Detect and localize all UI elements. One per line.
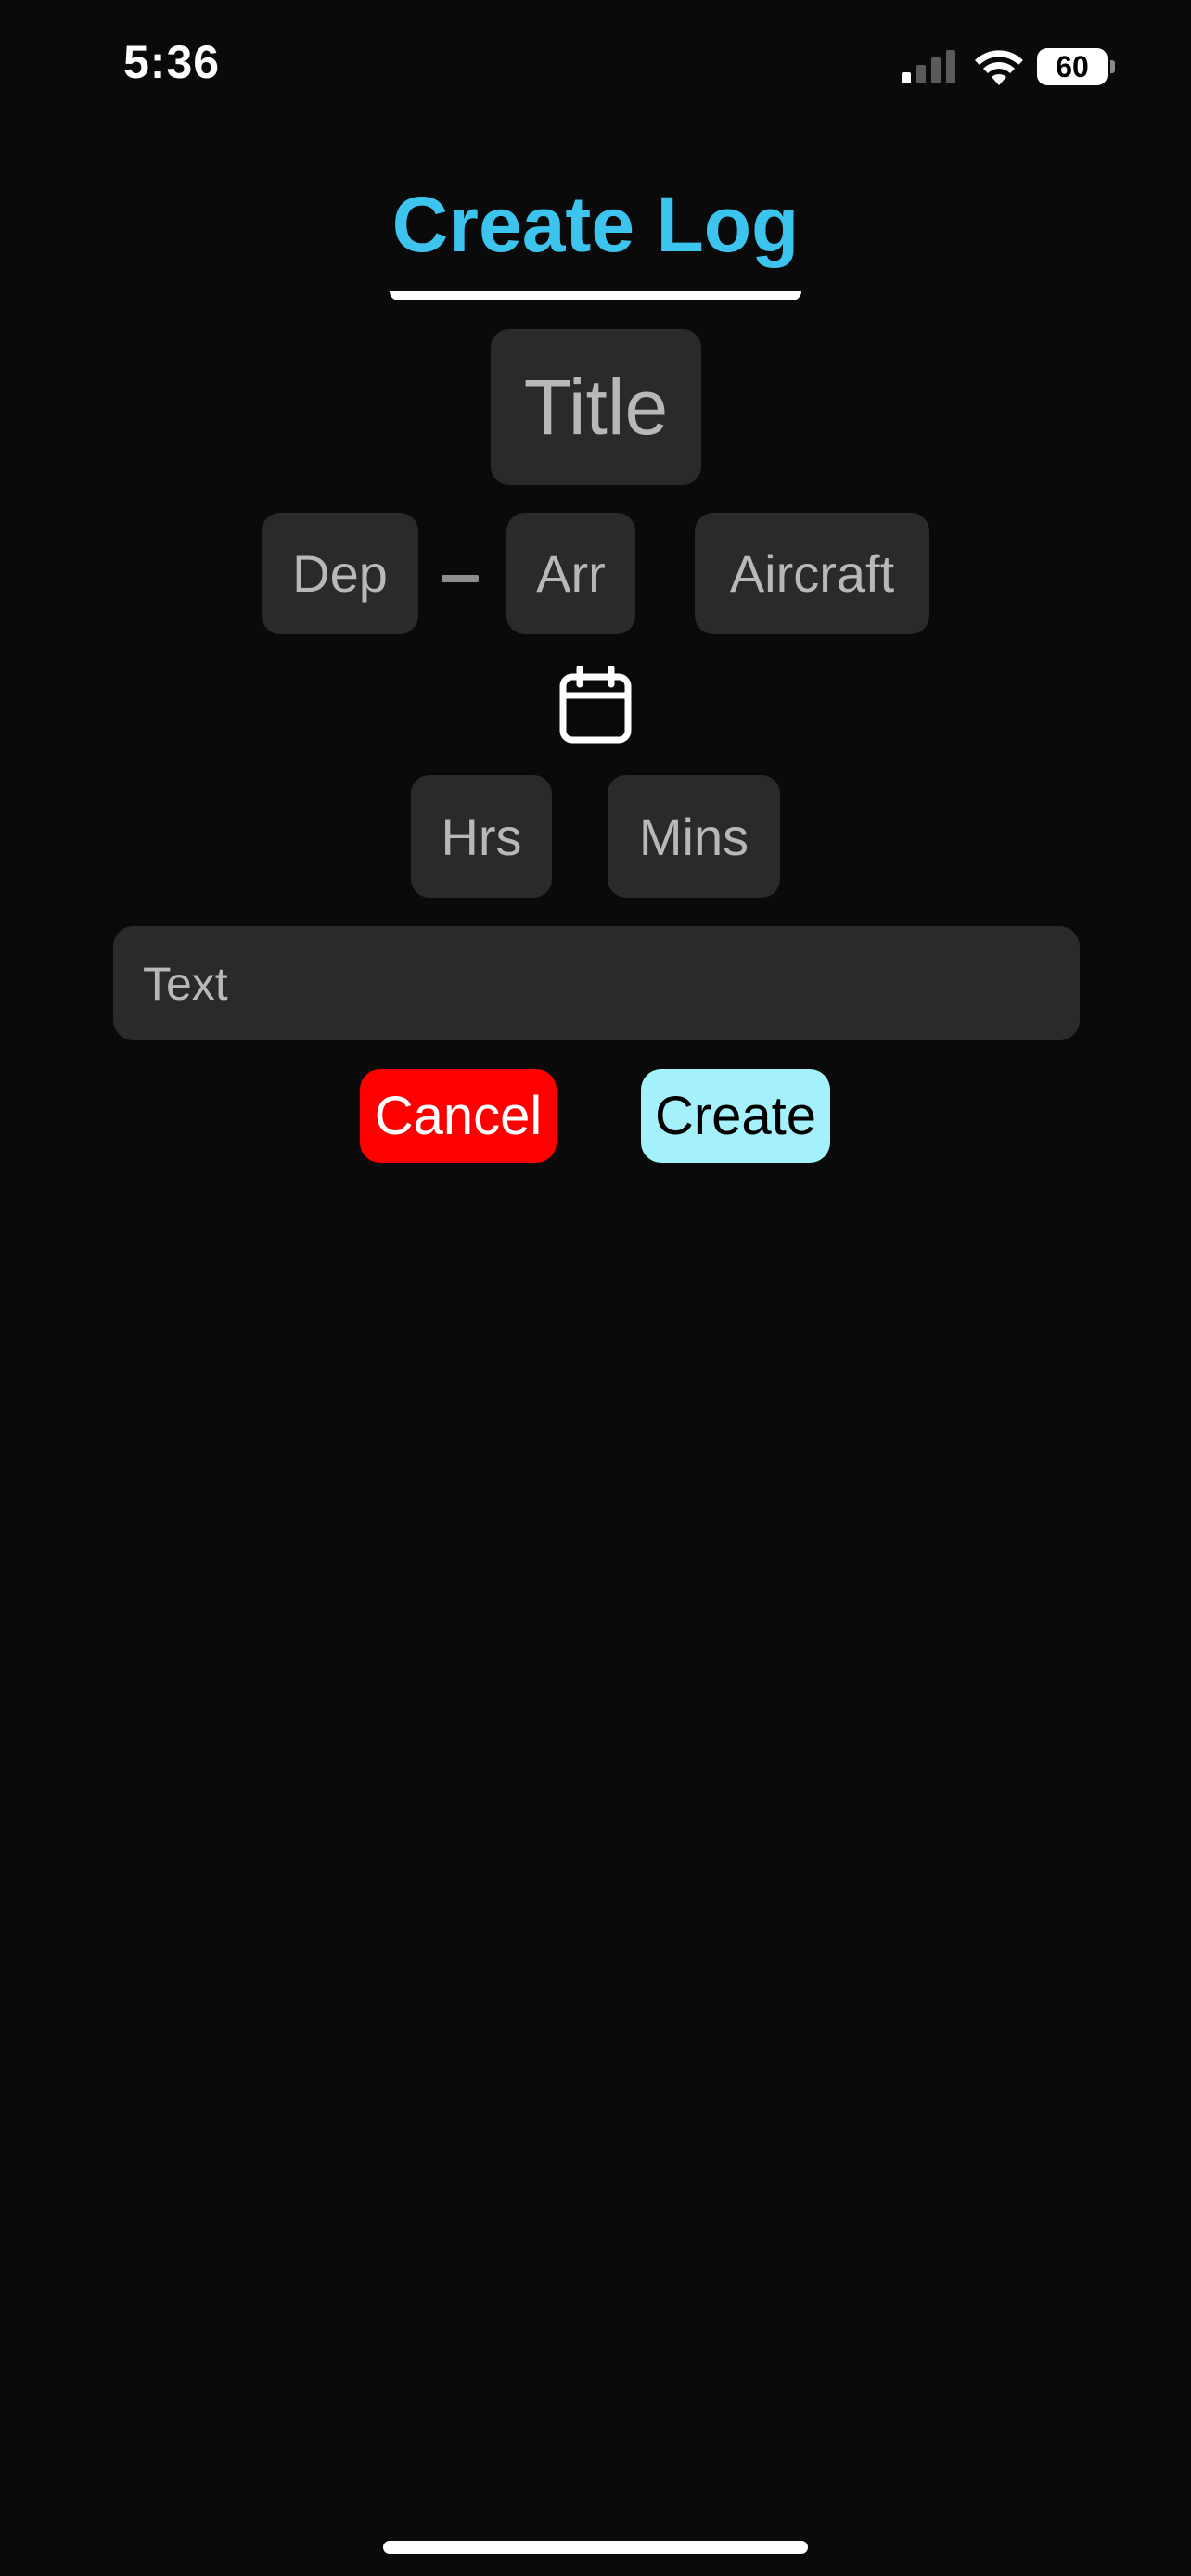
battery-level: 60 xyxy=(1056,50,1089,83)
aircraft-input[interactable]: Aircraft xyxy=(695,513,929,634)
minutes-input[interactable]: Mins xyxy=(608,775,780,898)
cancel-button[interactable]: Cancel xyxy=(360,1069,557,1163)
status-time: 5:36 xyxy=(123,36,221,88)
departure-input[interactable]: Dep xyxy=(262,513,418,634)
arrival-input[interactable]: Arr xyxy=(506,513,635,634)
route-separator xyxy=(442,575,479,582)
create-button[interactable]: Create xyxy=(641,1069,830,1163)
title-underline xyxy=(390,291,801,300)
battery-indicator: 60 xyxy=(1037,48,1115,85)
page-title: Create Log xyxy=(391,181,800,268)
battery-tip xyxy=(1110,60,1115,73)
cellular-signal-icon xyxy=(902,50,955,83)
home-indicator[interactable] xyxy=(383,2541,808,2554)
wifi-icon xyxy=(975,50,1023,85)
hours-input[interactable]: Hrs xyxy=(411,775,552,898)
calendar-icon[interactable] xyxy=(559,666,632,744)
title-input[interactable]: Title xyxy=(491,329,701,485)
notes-input[interactable]: Text xyxy=(113,926,1080,1040)
